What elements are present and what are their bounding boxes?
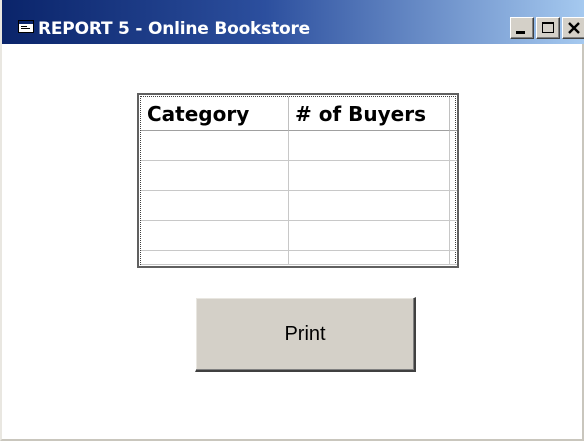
buyers-grid[interactable]: Category # of Buyers bbox=[137, 93, 459, 268]
cell-filler bbox=[450, 131, 457, 161]
cell-category[interactable] bbox=[141, 221, 289, 251]
table-row[interactable] bbox=[141, 221, 457, 251]
table-row[interactable] bbox=[141, 251, 457, 265]
cell-filler bbox=[450, 161, 457, 191]
cell-buyers[interactable] bbox=[289, 251, 450, 265]
cell-buyers[interactable] bbox=[289, 191, 450, 221]
cell-category[interactable] bbox=[141, 161, 289, 191]
maximize-icon bbox=[542, 22, 554, 33]
table-row[interactable] bbox=[141, 191, 457, 221]
cell-filler bbox=[450, 191, 457, 221]
close-button[interactable] bbox=[562, 17, 584, 39]
cell-buyers[interactable] bbox=[289, 131, 450, 161]
minimize-button[interactable] bbox=[510, 17, 534, 39]
grid-focus-frame: Category # of Buyers bbox=[140, 96, 457, 265]
cell-category[interactable] bbox=[141, 191, 289, 221]
cell-category[interactable] bbox=[141, 131, 289, 161]
cell-buyers[interactable] bbox=[289, 161, 450, 191]
cell-filler bbox=[450, 251, 457, 265]
cell-buyers[interactable] bbox=[289, 221, 450, 251]
column-header-buyers[interactable]: # of Buyers bbox=[289, 97, 450, 131]
cell-category[interactable] bbox=[141, 251, 289, 265]
title-bar[interactable]: REPORT 5 - Online Bookstore bbox=[2, 0, 584, 44]
minimize-icon bbox=[516, 31, 525, 34]
table-row[interactable] bbox=[141, 161, 457, 191]
form-window-icon[interactable] bbox=[18, 20, 34, 33]
close-icon bbox=[568, 22, 580, 34]
report-window: REPORT 5 - Online Bookstore Category # o… bbox=[0, 0, 584, 441]
column-header-filler bbox=[450, 97, 457, 131]
maximize-button[interactable] bbox=[536, 17, 560, 39]
column-header-category[interactable]: Category bbox=[141, 97, 289, 131]
print-button[interactable]: Print bbox=[195, 297, 416, 372]
table-row[interactable] bbox=[141, 131, 457, 161]
cell-filler bbox=[450, 221, 457, 251]
window-title: REPORT 5 - Online Bookstore bbox=[38, 19, 310, 39]
